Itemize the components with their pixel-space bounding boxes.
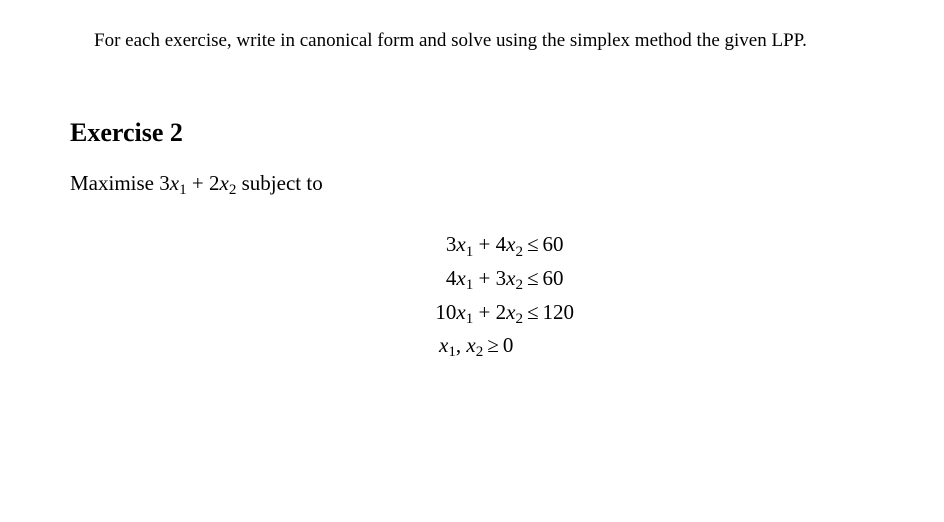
le-symbol: ≤ bbox=[523, 296, 543, 330]
plus-op: + bbox=[187, 171, 209, 195]
var-x2: x bbox=[219, 171, 228, 195]
coef: 3 bbox=[446, 232, 457, 256]
sub-1: 1 bbox=[179, 182, 187, 198]
nonnegativity-row: x1, x2≥0 bbox=[439, 329, 513, 363]
objective-line: Maximise 3x1 + 2x2 subject to bbox=[70, 169, 874, 198]
coef: 10 bbox=[435, 300, 456, 324]
var-x: x bbox=[456, 266, 465, 290]
sub: 2 bbox=[515, 311, 523, 327]
coef: 4 bbox=[496, 232, 507, 256]
sub: 1 bbox=[466, 244, 474, 260]
constraint-row: 3x1 + 4x2≤60 bbox=[425, 228, 564, 262]
constraint-lhs: 10x1 + 2x2 bbox=[425, 296, 523, 330]
coef: 4 bbox=[446, 266, 457, 290]
coef: 2 bbox=[496, 300, 507, 324]
coef-1: 3 bbox=[159, 171, 170, 195]
var-x: x bbox=[456, 232, 465, 256]
constraint-row: 10x1 + 2x2≤120 bbox=[425, 296, 574, 330]
exercise-heading: Exercise 2 bbox=[70, 115, 874, 151]
intro-paragraph: For each exercise, write in canonical fo… bbox=[70, 28, 874, 55]
constraint-rhs: 60 bbox=[543, 262, 564, 296]
le-symbol: ≤ bbox=[523, 228, 543, 262]
sub: 2 bbox=[515, 244, 523, 260]
var-x1: x bbox=[170, 171, 179, 195]
sub-2: 2 bbox=[229, 182, 237, 198]
zero: 0 bbox=[503, 333, 514, 357]
plus-op: + bbox=[473, 232, 495, 256]
constraint-rhs: 120 bbox=[543, 296, 575, 330]
constraints-block: 3x1 + 4x2≤60 4x1 + 3x2≤60 10x1 + 2x2≤120… bbox=[425, 228, 874, 362]
plus-op: + bbox=[473, 266, 495, 290]
var-x: x bbox=[439, 333, 448, 357]
var-x: x bbox=[456, 300, 465, 324]
sub: 2 bbox=[515, 277, 523, 293]
ge-symbol: ≥ bbox=[483, 329, 503, 363]
sub: 1 bbox=[448, 344, 456, 360]
sub: 1 bbox=[466, 277, 474, 293]
le-symbol: ≤ bbox=[523, 262, 543, 296]
var-x: x bbox=[466, 333, 475, 357]
coef: 3 bbox=[496, 266, 507, 290]
plus-op: + bbox=[473, 300, 495, 324]
sub: 2 bbox=[476, 344, 484, 360]
comma: , bbox=[456, 333, 467, 357]
sub: 1 bbox=[466, 311, 474, 327]
constraint-row: 4x1 + 3x2≤60 bbox=[425, 262, 564, 296]
constraint-rhs: 60 bbox=[543, 228, 564, 262]
coef-2: 2 bbox=[209, 171, 220, 195]
objective-prefix: Maximise bbox=[70, 171, 159, 195]
objective-suffix: subject to bbox=[236, 171, 322, 195]
constraint-lhs: 3x1 + 4x2 bbox=[425, 228, 523, 262]
constraint-lhs: 4x1 + 3x2 bbox=[425, 262, 523, 296]
